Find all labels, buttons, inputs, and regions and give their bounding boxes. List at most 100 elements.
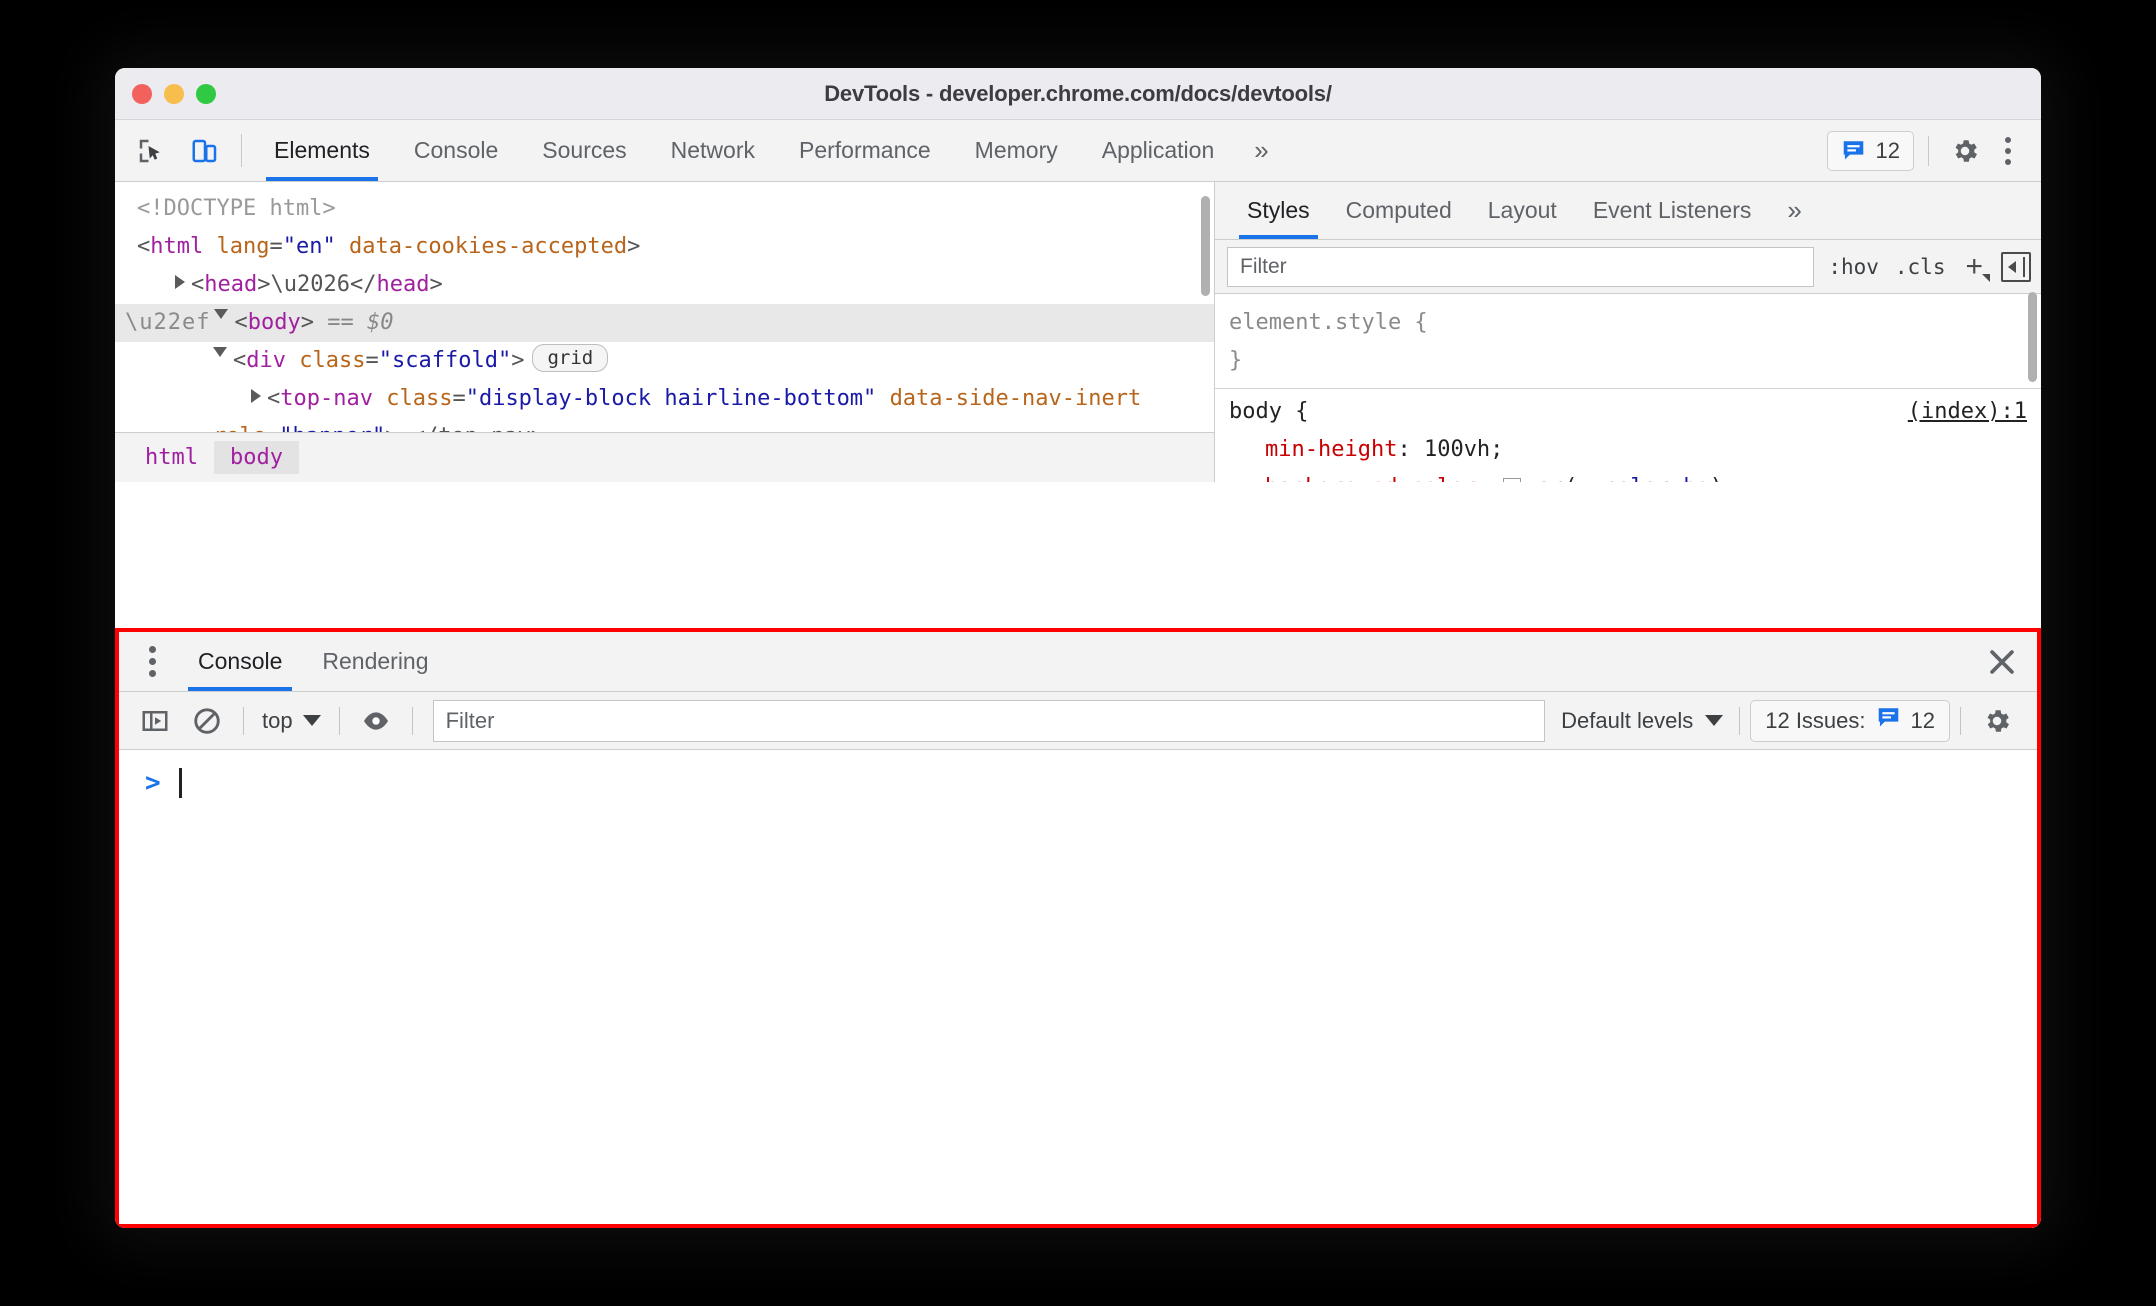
attr-value: "display-block hairline-bottom"	[465, 386, 877, 411]
more-tabs-chevron-icon[interactable]: »	[1236, 120, 1286, 181]
tab-label: Console	[413, 137, 499, 163]
dom-line-html[interactable]: <html lang="en" data-cookies-accepted>	[115, 228, 1214, 266]
doctype-text: <!DOCTYPE html>	[137, 196, 336, 221]
breadcrumb-item-body[interactable]: body	[213, 441, 299, 474]
tab-console[interactable]: Console	[392, 120, 520, 181]
styles-filter-toolbar: Filter :hov .cls +	[1215, 240, 2041, 294]
clear-console-icon[interactable]	[181, 699, 233, 743]
console-filter-placeholder: Filter	[445, 707, 495, 733]
css-declaration[interactable]: min-height: 100vh;	[1229, 431, 2027, 469]
gear-icon[interactable]	[1943, 129, 1987, 173]
css-rules-list: element.style { } body { (index):1 min-h…	[1215, 294, 2041, 482]
expand-triangle-icon[interactable]	[175, 275, 185, 289]
cls-toggle-button[interactable]: .cls	[1893, 253, 1948, 281]
screenshot-root: DevTools - developer.chrome.com/docs/dev…	[0, 0, 2156, 1306]
dom-line-doctype[interactable]: <!DOCTYPE html>	[115, 190, 1214, 228]
tab-label: Event Listeners	[1592, 197, 1752, 223]
message-issue-icon	[1876, 707, 1901, 735]
kebab-menu-icon[interactable]	[1991, 136, 2025, 165]
css-declaration[interactable]: background-color: var(--color-bg);	[1229, 469, 2027, 482]
toolbar-icon-group	[115, 120, 231, 181]
styles-scrollbar[interactable]	[2028, 292, 2037, 382]
window-titlebar: DevTools - developer.chrome.com/docs/dev…	[115, 68, 2041, 120]
drawer-tab-rendering[interactable]: Rendering	[302, 632, 448, 691]
console-output[interactable]: >	[119, 750, 2037, 1224]
chevron-down-icon	[1705, 715, 1724, 726]
collapse-triangle-icon[interactable]	[213, 347, 227, 364]
expand-triangle-icon[interactable]	[251, 389, 261, 403]
message-issue-icon	[1841, 140, 1866, 162]
console-sidebar-icon[interactable]	[129, 699, 181, 743]
tab-computed[interactable]: Computed	[1328, 182, 1470, 239]
attr-name: lang	[216, 234, 270, 259]
css-rule-body[interactable]: body { (index):1 min-height: 100vh; back…	[1215, 388, 2041, 482]
dom-line-head[interactable]: <head>\u2026</head>	[115, 266, 1214, 304]
tab-memory[interactable]: Memory	[953, 120, 1080, 181]
tab-performance[interactable]: Performance	[777, 120, 953, 181]
tab-label: Rendering	[322, 648, 429, 674]
tab-network[interactable]: Network	[649, 120, 777, 181]
panel-split: <!DOCTYPE html> <html lang="en" data-coo…	[115, 182, 2041, 482]
more-options-dots[interactable]: \u22ef	[125, 310, 210, 335]
prompt-chevron-icon: >	[145, 768, 161, 798]
attr-name: data-cookies-accepted	[348, 234, 628, 259]
attr-name: class	[386, 386, 453, 411]
toolbar-divider	[243, 706, 244, 735]
grid-badge[interactable]: grid	[532, 344, 609, 372]
console-prompt[interactable]: >	[119, 750, 2037, 798]
css-rule-element-style[interactable]: element.style { }	[1215, 300, 2041, 388]
tag-name: div	[246, 348, 286, 373]
console-filter-input[interactable]: Filter	[432, 699, 1546, 742]
css-var-name[interactable]: --color-bg	[1577, 475, 1709, 482]
tab-elements[interactable]: Elements	[252, 120, 392, 181]
issues-count: 12	[1910, 707, 1935, 733]
css-property-value[interactable]: 100vh;	[1424, 437, 1503, 462]
styles-more-tabs-chevron-icon[interactable]: »	[1769, 182, 1819, 239]
toolbar-right-group: 12	[1826, 120, 2041, 181]
issues-badge[interactable]: 12	[1826, 130, 1914, 171]
drawer-kebab-menu-icon[interactable]	[127, 632, 178, 691]
device-toolbar-icon[interactable]	[183, 129, 227, 173]
css-selector[interactable]: element.style {	[1229, 304, 2027, 342]
drawer-tab-console[interactable]: Console	[178, 632, 302, 691]
close-icon[interactable]	[1967, 632, 2037, 691]
hov-toggle-button[interactable]: :hov	[1826, 253, 1881, 281]
tab-sources[interactable]: Sources	[520, 120, 648, 181]
tab-styles[interactable]: Styles	[1229, 182, 1328, 239]
dom-line-div-scaffold[interactable]: <div class="scaffold"> grid	[115, 342, 1214, 380]
issues-count: 12	[1875, 137, 1900, 163]
tag-name: body	[247, 310, 301, 335]
tab-label: Memory	[974, 137, 1058, 163]
console-settings-gear-icon[interactable]	[1971, 699, 2023, 743]
css-property-name[interactable]: min-height	[1265, 437, 1397, 462]
tab-event-listeners[interactable]: Event Listeners	[1575, 182, 1770, 239]
elements-scrollbar[interactable]	[1201, 196, 1210, 296]
dom-line-body[interactable]: \u22ef <body> == $0	[115, 304, 1214, 342]
tab-label: Styles	[1247, 197, 1310, 223]
live-expression-icon[interactable]	[350, 699, 402, 743]
devtools-window: DevTools - developer.chrome.com/docs/dev…	[115, 68, 2041, 1228]
tab-layout[interactable]: Layout	[1470, 182, 1575, 239]
attr-name: data-side-nav-inert	[889, 386, 1142, 411]
tab-label: Performance	[799, 137, 931, 163]
breadcrumb-item-html[interactable]: html	[129, 441, 214, 474]
computed-sidebar-icon[interactable]	[2001, 251, 2031, 282]
styles-filter-input[interactable]: Filter	[1227, 246, 1815, 287]
console-issues-badge[interactable]: 12 Issues: 12	[1750, 699, 1950, 742]
css-property-name[interactable]: background-color	[1265, 475, 1477, 482]
toolbar-divider	[338, 706, 340, 735]
css-rule-origin-link[interactable]: (index):1	[1908, 393, 2027, 431]
inspect-cursor-icon[interactable]	[129, 129, 173, 173]
tab-application[interactable]: Application	[1080, 120, 1237, 181]
execution-context-selector[interactable]: top	[254, 708, 329, 734]
log-levels-selector[interactable]: Default levels	[1555, 708, 1729, 734]
log-levels-label: Default levels	[1561, 707, 1694, 733]
color-swatch[interactable]	[1503, 478, 1522, 482]
dom-line-topnav[interactable]: <top-nav class="display-block hairline-b…	[115, 380, 1214, 418]
collapse-triangle-icon[interactable]	[214, 309, 229, 326]
plus-icon[interactable]: +	[1959, 250, 1990, 284]
console-drawer: Console Rendering top Filter Default lev…	[115, 628, 2041, 1228]
tab-label: Computed	[1345, 197, 1452, 223]
tag-name: head	[376, 272, 430, 297]
elements-panel: <!DOCTYPE html> <html lang="en" data-coo…	[115, 182, 1215, 482]
